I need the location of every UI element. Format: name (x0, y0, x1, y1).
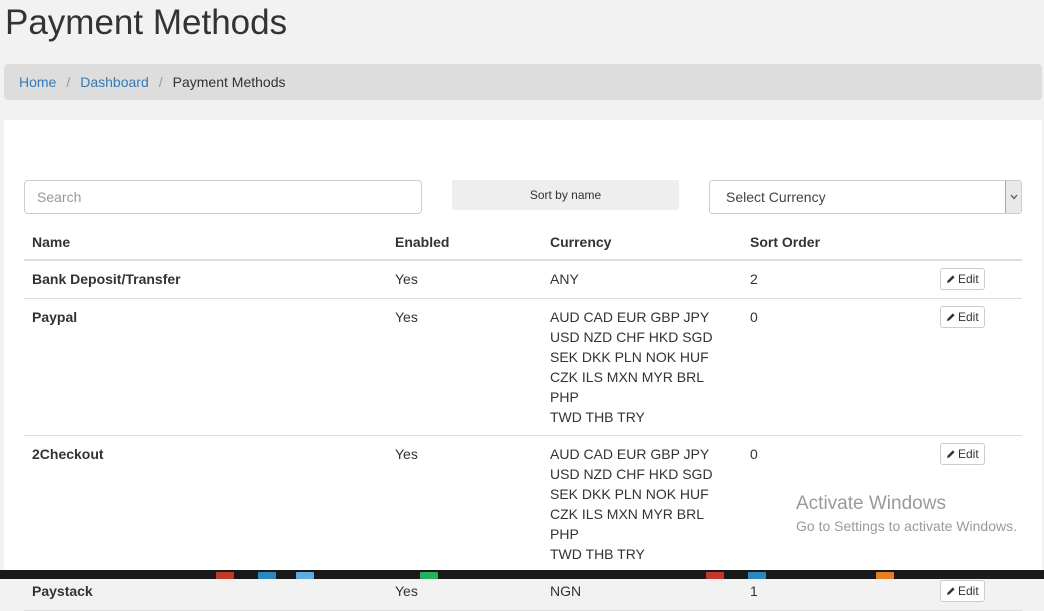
table-row: Bank Deposit/Transfer Yes ANY 2 Edit (24, 260, 1022, 299)
pencil-icon (946, 274, 956, 284)
column-header-sort-order: Sort Order (742, 224, 932, 261)
method-actions: Edit (932, 298, 1022, 436)
taskbar-app-icon[interactable] (296, 572, 314, 579)
currency-line: SEK DKK PLN NOK HUF (550, 486, 709, 502)
currency-line: CZK ILS MXN MYR BRL PHP (550, 506, 704, 542)
method-currency: AUD CAD EUR GBP JPY USD NZD CHF HKD SGD … (542, 298, 742, 436)
search-input[interactable] (24, 180, 422, 214)
method-enabled: Yes (387, 298, 542, 436)
currency-line: AUD CAD EUR GBP JPY (550, 309, 710, 325)
currency-line: USD NZD CHF HKD SGD (550, 466, 713, 482)
taskbar-app-icon[interactable] (216, 572, 234, 579)
method-name: Bank Deposit/Transfer (24, 260, 387, 299)
breadcrumb-separator: / (66, 74, 71, 90)
breadcrumb-separator: / (158, 74, 163, 90)
edit-button-label: Edit (958, 584, 979, 598)
method-sort-order: 2 (742, 260, 932, 299)
table-row: 2Checkout Yes AUD CAD EUR GBP JPY USD NZ… (24, 435, 1022, 573)
currency-line: TWD THB TRY (550, 409, 645, 425)
column-header-currency: Currency (542, 224, 742, 261)
edit-button[interactable]: Edit (940, 306, 985, 328)
edit-button[interactable]: Edit (940, 443, 985, 465)
edit-button-label: Edit (958, 310, 979, 324)
taskbar-app-icon[interactable] (876, 572, 894, 579)
column-header-enabled: Enabled (387, 224, 542, 261)
currency-line: SEK DKK PLN NOK HUF (550, 349, 709, 365)
currency-line: AUD CAD EUR GBP JPY (550, 446, 710, 462)
taskbar-app-icon[interactable] (706, 572, 724, 579)
method-name: Paypal (24, 298, 387, 436)
payment-methods-table: Name Enabled Currency Sort Order Bank De… (24, 224, 1022, 611)
breadcrumb-dashboard-link[interactable]: Dashboard (80, 74, 149, 90)
edit-button-label: Edit (958, 272, 979, 286)
page-title: Payment Methods (5, 3, 288, 42)
currency-line: USD NZD CHF HKD SGD (550, 329, 713, 345)
method-actions: Edit (932, 435, 1022, 573)
currency-line: CZK ILS MXN MYR BRL PHP (550, 369, 704, 405)
pencil-icon (946, 586, 956, 596)
taskbar-app-icon[interactable] (258, 572, 276, 579)
taskbar-app-icon[interactable] (748, 572, 766, 579)
table-row: Paypal Yes AUD CAD EUR GBP JPY USD NZD C… (24, 298, 1022, 436)
sort-by-name-button[interactable]: Sort by name (452, 180, 679, 210)
currency-select-value: Select Currency (726, 189, 826, 205)
method-name: 2Checkout (24, 435, 387, 573)
table-header-row: Name Enabled Currency Sort Order (24, 224, 1022, 261)
taskbar-app-icon[interactable] (420, 572, 438, 579)
currency-line: TWD THB TRY (550, 546, 645, 562)
method-actions: Edit (932, 260, 1022, 299)
breadcrumb-current: Payment Methods (172, 74, 286, 90)
chevron-down-icon[interactable] (1005, 181, 1021, 213)
currency-line: NGN (550, 583, 582, 599)
taskbar (0, 570, 1044, 579)
column-header-name: Name (24, 224, 387, 261)
method-enabled: Yes (387, 260, 542, 299)
currency-line: ANY (550, 271, 579, 287)
breadcrumb: Home / Dashboard / Payment Methods (4, 64, 1042, 100)
method-currency: ANY (542, 260, 742, 299)
method-currency: AUD CAD EUR GBP JPY USD NZD CHF HKD SGD … (542, 435, 742, 573)
method-sort-order: 0 (742, 435, 932, 573)
breadcrumb-home-link[interactable]: Home (19, 74, 56, 90)
column-header-actions (932, 224, 1022, 261)
payment-methods-panel: Sort by name Select Currency Name Enable… (4, 120, 1042, 611)
pencil-icon (946, 312, 956, 322)
edit-button[interactable]: Edit (940, 268, 985, 290)
method-enabled: Yes (387, 435, 542, 573)
currency-select[interactable]: Select Currency (709, 180, 1022, 214)
method-sort-order: 0 (742, 298, 932, 436)
edit-button[interactable]: Edit (940, 580, 985, 602)
pencil-icon (946, 449, 956, 459)
edit-button-label: Edit (958, 447, 979, 461)
